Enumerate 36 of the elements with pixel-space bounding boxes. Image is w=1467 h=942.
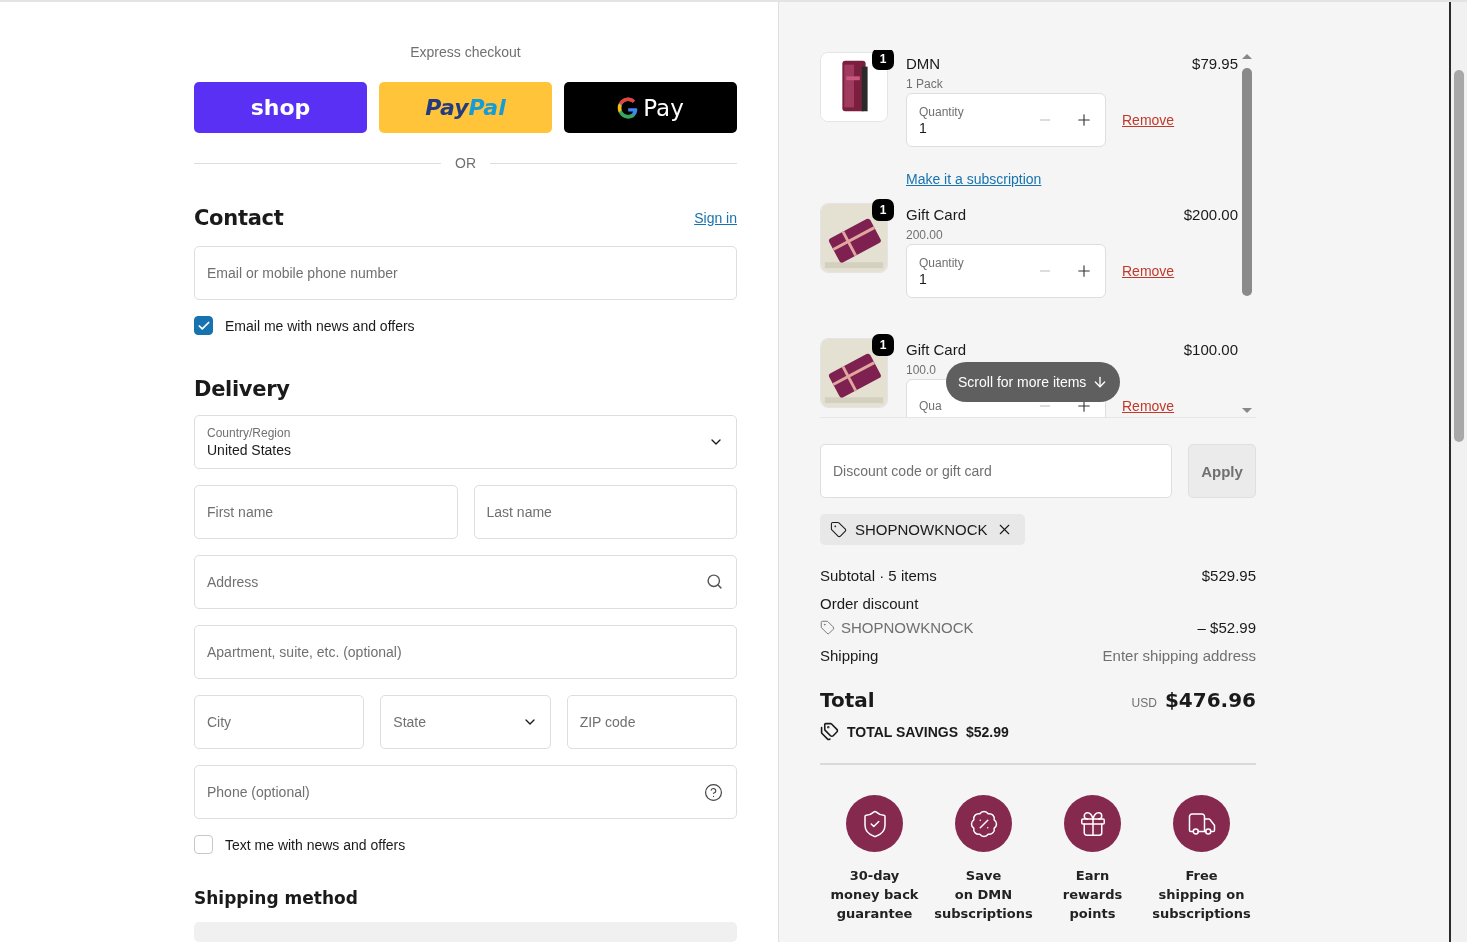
total-label: Total <box>820 688 875 712</box>
discount-code: SHOPNOWKNOCK <box>841 619 974 636</box>
product-variant: 100.0 <box>906 363 938 377</box>
perk-text: Earn rewards points <box>1062 867 1123 923</box>
shipping-label: Shipping <box>820 647 879 664</box>
subtotal-label: Subtotal · 5 items <box>820 567 937 584</box>
checkbox-label: Text me with news and offers <box>225 836 406 853</box>
checkbox-label: Email me with news and offers <box>225 317 415 334</box>
product-variant: 1 Pack <box>906 77 944 91</box>
delivery-heading: Delivery <box>194 377 290 401</box>
express-checkout-title: Express checkout <box>409 44 522 60</box>
shipping-method-heading: Shipping method <box>194 888 359 908</box>
total-savings-value: $52.99 <box>966 723 1009 740</box>
or-divider-label: OR <box>455 155 476 171</box>
total-savings-label: TOTAL SAVINGS <box>847 723 958 740</box>
subtotal-value: $529.95 <box>1201 567 1256 584</box>
perk-text: 30-day money back guarantee <box>830 867 919 923</box>
perk-text: Save on DMN subscriptions <box>934 867 1033 923</box>
product-name: DMN <box>906 55 941 72</box>
perk-text: Free shipping on subscriptions <box>1152 867 1251 923</box>
product-variant: 200.00 <box>906 228 944 242</box>
quantity-badge: 1 <box>872 199 894 221</box>
discount-code-tag: SHOPNOWKNOCK <box>820 514 1025 545</box>
shipping-value: Enter shipping address <box>1102 647 1256 664</box>
discount-amount: – $52.99 <box>1197 619 1256 636</box>
product-price: $100.00 <box>1183 341 1238 358</box>
product-price: $200.00 <box>1183 206 1238 223</box>
currency-code: USD <box>1131 696 1157 710</box>
product-name: Gift Card <box>906 206 966 223</box>
quantity-badge: 1 <box>872 50 894 70</box>
order-discount-label: Order discount <box>820 595 919 612</box>
total-value: $476.96 <box>1164 688 1256 712</box>
product-name: Gift Card <box>906 341 966 358</box>
contact-heading: Contact <box>194 206 284 230</box>
product-price: $79.95 <box>1192 55 1238 72</box>
quantity-badge: 1 <box>872 334 894 356</box>
